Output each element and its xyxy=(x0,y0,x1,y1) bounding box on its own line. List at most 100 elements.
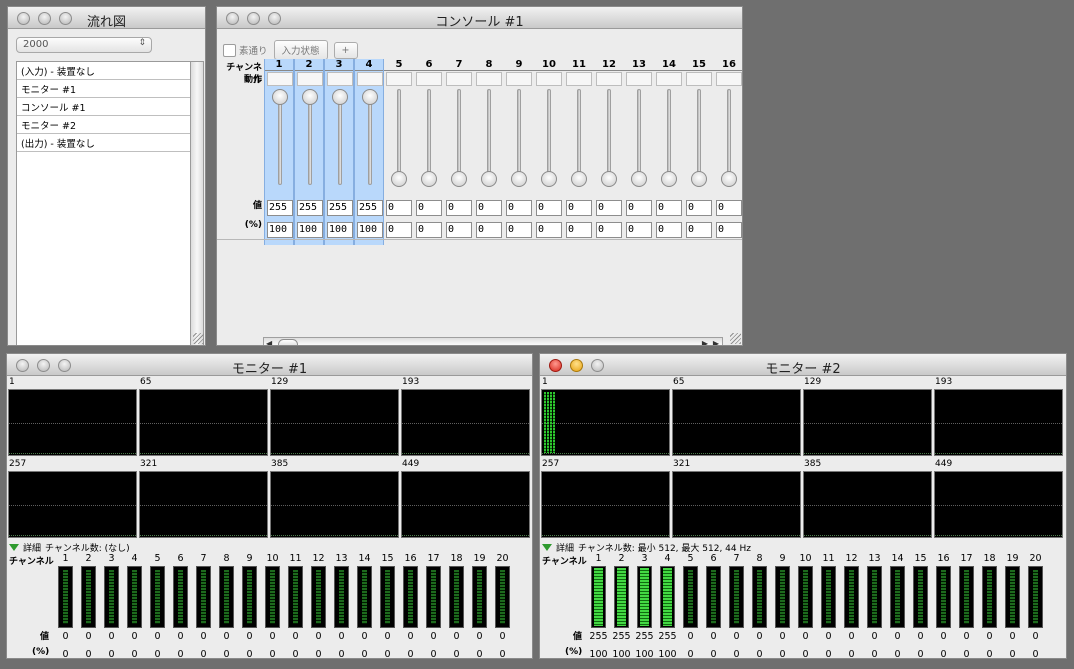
channel-value-field[interactable]: 0 xyxy=(476,200,502,216)
channel-action-field[interactable] xyxy=(446,72,472,86)
console-channel[interactable]: 13 0 0 xyxy=(624,59,654,245)
channel-action-field[interactable] xyxy=(536,72,562,86)
console-channel[interactable]: 4 255 100 xyxy=(354,59,384,245)
channel-value-field[interactable]: 255 xyxy=(327,200,353,216)
console-channel[interactable]: 14 0 0 xyxy=(654,59,684,245)
channel-action-field[interactable] xyxy=(626,72,652,86)
channel-percent-field[interactable]: 0 xyxy=(566,222,592,238)
console-titlebar[interactable]: コンソール #1 xyxy=(217,7,742,30)
channel-value-field[interactable]: 0 xyxy=(416,200,442,216)
console-channel[interactable]: 10 0 0 xyxy=(534,59,564,245)
scroll-right-arrow-icon[interactable]: ▶ xyxy=(713,339,719,345)
fader-knob[interactable] xyxy=(421,171,437,187)
console-channel[interactable]: 1 255 100 xyxy=(264,59,294,245)
list-item[interactable]: (入力) - 装置なし xyxy=(17,62,198,80)
channel-action-field[interactable] xyxy=(357,72,383,86)
universe-popup[interactable]: 2000 ⇕ xyxy=(16,37,152,53)
channel-value-field[interactable]: 0 xyxy=(536,200,562,216)
channel-action-field[interactable] xyxy=(416,72,442,86)
channel-percent-field[interactable]: 0 xyxy=(416,222,442,238)
console-channel[interactable]: 2 255 100 xyxy=(294,59,324,245)
console-channel[interactable]: 9 0 0 xyxy=(504,59,534,245)
scroll-thumb[interactable] xyxy=(278,339,298,345)
console-channel[interactable]: 6 0 0 xyxy=(414,59,444,245)
passthrough-checkbox[interactable] xyxy=(223,43,236,57)
add-button[interactable]: + xyxy=(333,41,358,59)
fader-knob[interactable] xyxy=(451,171,467,187)
resize-grip-icon[interactable] xyxy=(730,333,741,344)
list-item[interactable]: コンソール #1 xyxy=(17,98,198,116)
fader-knob[interactable] xyxy=(511,171,527,187)
fader-knob[interactable] xyxy=(302,89,318,105)
fader-knob[interactable] xyxy=(391,171,407,187)
channel-action-field[interactable] xyxy=(566,72,592,86)
console-channel[interactable]: 15 0 0 xyxy=(684,59,714,245)
channel-value-field[interactable]: 0 xyxy=(656,200,682,216)
channel-percent-field[interactable]: 0 xyxy=(626,222,652,238)
console-channel[interactable]: 8 0 0 xyxy=(474,59,504,245)
channel-action-field[interactable] xyxy=(686,72,712,86)
fader-knob[interactable] xyxy=(571,171,587,187)
channel-action-field[interactable] xyxy=(267,72,293,86)
channel-percent-field[interactable]: 0 xyxy=(446,222,472,238)
channel-percent-field[interactable]: 0 xyxy=(656,222,682,238)
channel-value-field[interactable]: 0 xyxy=(386,200,412,216)
channel-percent-field[interactable]: 0 xyxy=(506,222,532,238)
channel-value-field[interactable]: 0 xyxy=(506,200,532,216)
channel-percent-field[interactable]: 0 xyxy=(716,222,742,238)
channel-value-field[interactable]: 255 xyxy=(357,200,383,216)
channel-value-field[interactable]: 0 xyxy=(716,200,742,216)
channel-action-field[interactable] xyxy=(716,72,742,86)
console-channel[interactable]: 7 0 0 xyxy=(444,59,474,245)
console-channel[interactable]: 11 0 0 xyxy=(564,59,594,245)
flow-titlebar[interactable]: 流れ図 xyxy=(8,7,205,30)
console-channel[interactable]: 16 0 0 xyxy=(714,59,742,245)
channel-value-field[interactable]: 0 xyxy=(566,200,592,216)
channel-action-field[interactable] xyxy=(386,72,412,86)
monitor2-titlebar[interactable]: モニター #2 xyxy=(540,354,1066,377)
channel-percent-field[interactable]: 0 xyxy=(596,222,622,238)
channel-percent-field[interactable]: 0 xyxy=(536,222,562,238)
channel-value-field[interactable]: 255 xyxy=(267,200,293,216)
channel-value-field[interactable]: 0 xyxy=(596,200,622,216)
resize-grip-icon[interactable] xyxy=(193,333,204,344)
channel-value-field[interactable]: 255 xyxy=(297,200,323,216)
channel-percent-field[interactable]: 0 xyxy=(476,222,502,238)
channel-value-field[interactable]: 0 xyxy=(446,200,472,216)
fader-knob[interactable] xyxy=(631,171,647,187)
channel-action-field[interactable] xyxy=(596,72,622,86)
channel-percent-field[interactable]: 100 xyxy=(357,222,383,238)
channel-action-field[interactable] xyxy=(327,72,353,86)
channel-action-field[interactable] xyxy=(297,72,323,86)
list-item[interactable]: モニター #1 xyxy=(17,80,198,98)
scroll-right-arrow-icon[interactable]: ▶ xyxy=(702,339,708,345)
fader-knob[interactable] xyxy=(661,171,677,187)
console-channel[interactable]: 3 255 100 xyxy=(324,59,354,245)
channel-percent-field[interactable]: 0 xyxy=(686,222,712,238)
disclosure-triangle-icon[interactable] xyxy=(542,544,552,551)
fader-knob[interactable] xyxy=(601,171,617,187)
console-channel[interactable]: 5 0 0 xyxy=(384,59,414,245)
disclosure-triangle-icon[interactable] xyxy=(9,544,19,551)
list-item[interactable]: モニター #2 xyxy=(17,116,198,134)
flow-scrollbar[interactable] xyxy=(190,61,204,345)
channel-percent-field[interactable]: 100 xyxy=(267,222,293,238)
console-channel[interactable]: 12 0 0 xyxy=(594,59,624,245)
list-item[interactable]: (出力) - 装置なし xyxy=(17,134,198,152)
channel-percent-field[interactable]: 0 xyxy=(386,222,412,238)
input-state-button[interactable]: 入力状態 xyxy=(273,40,328,60)
channel-action-field[interactable] xyxy=(506,72,532,86)
channel-action-field[interactable] xyxy=(476,72,502,86)
monitor1-titlebar[interactable]: モニター #1 xyxy=(7,354,532,377)
console-horizontal-scrollbar[interactable]: ◀ ▶ ▶ xyxy=(263,337,723,345)
channel-percent-field[interactable]: 100 xyxy=(327,222,353,238)
fader-knob[interactable] xyxy=(541,171,557,187)
channel-value-field[interactable]: 0 xyxy=(626,200,652,216)
channel-percent-field[interactable]: 100 xyxy=(297,222,323,238)
fader-knob[interactable] xyxy=(721,171,737,187)
fader-knob[interactable] xyxy=(362,89,378,105)
channel-value-field[interactable]: 0 xyxy=(686,200,712,216)
fader-knob[interactable] xyxy=(272,89,288,105)
scroll-left-arrow-icon[interactable]: ◀ xyxy=(266,339,272,345)
fader-knob[interactable] xyxy=(691,171,707,187)
